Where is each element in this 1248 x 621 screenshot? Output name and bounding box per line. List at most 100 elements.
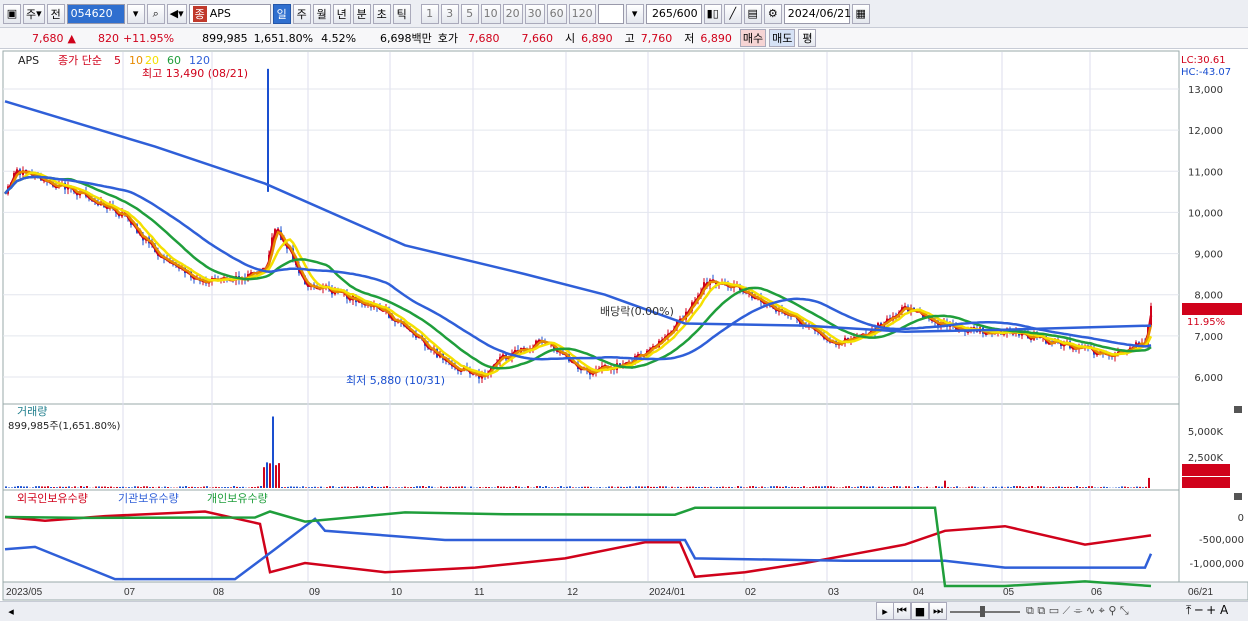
hts-badge: 종: [192, 5, 207, 22]
period-second[interactable]: 초: [372, 3, 391, 24]
zoom-slider-handle[interactable]: [980, 606, 985, 617]
volume-bar: [503, 486, 505, 488]
volume-bar: [104, 486, 106, 488]
volume-bar: [590, 486, 592, 488]
holdings-panel-close-icon[interactable]: [1234, 493, 1242, 500]
volume-bar: [431, 486, 433, 488]
up-arrow-icon: ▲: [67, 31, 76, 45]
candle-type-icon[interactable]: ▮▯: [703, 3, 722, 24]
volume-bar: [752, 486, 754, 488]
zoom-controls[interactable]: ⤒ ─ + A: [1186, 603, 1228, 618]
volume-bar: [827, 486, 829, 488]
search-icon[interactable]: ⌕: [146, 3, 165, 24]
volume-panel-close-icon[interactable]: [1234, 406, 1242, 413]
volume-bar: [920, 487, 922, 488]
zoom-slider[interactable]: [950, 611, 1020, 613]
rewind-icon[interactable]: ⏮: [893, 602, 911, 620]
count-dropdown-icon[interactable]: ▾: [625, 3, 644, 24]
volume-bar: [908, 486, 910, 488]
scroll-right-icon[interactable]: ▸: [876, 602, 894, 620]
stock-code-input[interactable]: 054620: [66, 3, 125, 24]
volume-bar: [413, 487, 415, 488]
volume-bar: [851, 487, 853, 488]
volume-bar: [536, 486, 538, 488]
prev-button[interactable]: 전: [46, 3, 65, 24]
volume-tag-box: [1182, 464, 1230, 476]
volume-bar: [263, 467, 265, 488]
calendar-icon[interactable]: ▦: [851, 3, 870, 24]
count-3[interactable]: 3: [440, 3, 459, 24]
count-30[interactable]: 30: [524, 3, 545, 24]
volume-bar: [14, 486, 16, 488]
volume-bar: [479, 486, 481, 488]
date-input[interactable]: 2024/06/21: [783, 3, 851, 24]
volume-bar: [236, 486, 238, 488]
volume-bar: [1079, 487, 1081, 488]
volume-bar: [458, 486, 460, 488]
speaker-icon[interactable]: ◀▾: [166, 3, 187, 24]
volume-bar: [185, 486, 187, 488]
market-selector[interactable]: 주 ▾: [23, 3, 45, 24]
count-input[interactable]: [597, 3, 624, 24]
volume-bar: [53, 487, 55, 488]
volume-bar: [614, 487, 616, 488]
stop-icon[interactable]: ■: [911, 602, 929, 620]
count-60[interactable]: 60: [546, 3, 567, 24]
volume-bar: [983, 486, 985, 488]
page-input[interactable]: 265/600: [645, 3, 702, 24]
volume-bar: [644, 486, 646, 488]
volume-bar: [1139, 486, 1141, 488]
count-20[interactable]: 20: [502, 3, 523, 24]
period-tick[interactable]: 틱: [392, 3, 411, 24]
chart-area: 2023/05 07 08 09 10 11 12 2024/01 02 03 04 05 06 06/2…: [2, 50, 1248, 601]
price-y-tick: 7,000: [1194, 332, 1223, 343]
price-y-tick: 10,000: [1188, 208, 1223, 219]
volume-bar: [566, 486, 568, 488]
volume-bar: [1022, 486, 1024, 488]
ma-legend-20: 20: [145, 54, 159, 67]
volume-bar: [362, 486, 364, 488]
period-year[interactable]: 년: [332, 3, 351, 24]
avg-button[interactable]: 평: [798, 29, 817, 47]
count-1[interactable]: 1: [420, 3, 439, 24]
low-price: 6,890: [700, 31, 732, 45]
x-tick-label: 08: [213, 587, 225, 598]
volume-bar: [995, 486, 997, 488]
period-month[interactable]: 월: [312, 3, 331, 24]
count-10[interactable]: 10: [480, 3, 501, 24]
volume-bar: [896, 486, 898, 488]
volume-bar: [380, 487, 382, 488]
volume-bar: [689, 486, 691, 488]
volume-bar: [401, 487, 403, 488]
volume-bar: [1043, 486, 1045, 488]
quote-bar: 7,680 ▲ 820 +11.95% 899,985 1,651.80% 4.…: [0, 28, 1248, 49]
volume-bar: [398, 487, 400, 488]
buy-button[interactable]: 매수: [739, 29, 767, 47]
fast-forward-icon[interactable]: ⏭: [929, 602, 947, 620]
volume-bar: [1058, 486, 1060, 488]
period-minute[interactable]: 분: [352, 3, 371, 24]
volume-bar: [1064, 486, 1066, 488]
sell-button[interactable]: 매도: [769, 29, 796, 47]
period-day[interactable]: 일: [272, 3, 291, 24]
volume-bar: [866, 486, 868, 488]
indicator-icon[interactable]: ╱: [723, 3, 742, 24]
volume-bar: [311, 487, 313, 488]
code-dropdown-icon[interactable]: ▾: [126, 3, 145, 24]
settings-gear-icon[interactable]: ⚙: [763, 3, 782, 24]
volume-bar: [512, 487, 514, 488]
volume-bar: [1082, 487, 1084, 488]
count-5[interactable]: 5: [460, 3, 479, 24]
count-120[interactable]: 120: [568, 3, 596, 24]
save-icon[interactable]: ▤: [743, 3, 762, 24]
window-menu-icon[interactable]: ▣: [3, 3, 21, 24]
scroll-left-icon[interactable]: ◂: [2, 602, 20, 620]
period-week[interactable]: 주: [292, 3, 311, 24]
x-tick-label: 12: [567, 587, 579, 598]
chart-tools-icons[interactable]: ⧉ ⧉ ▭ ⟋ ⌯ ∿ ⌖ ⚲ ⤡: [1026, 604, 1129, 618]
volume-bar: [344, 486, 346, 488]
volume-bar: [797, 487, 799, 488]
main-toolbar: ▣ 주 ▾ 전 054620 ▾ ⌕ ◀▾ 종 APS 일 주 월 년 분 초 틱 …: [0, 0, 1248, 28]
volume-bar: [809, 487, 811, 488]
volume-bar: [869, 486, 871, 488]
